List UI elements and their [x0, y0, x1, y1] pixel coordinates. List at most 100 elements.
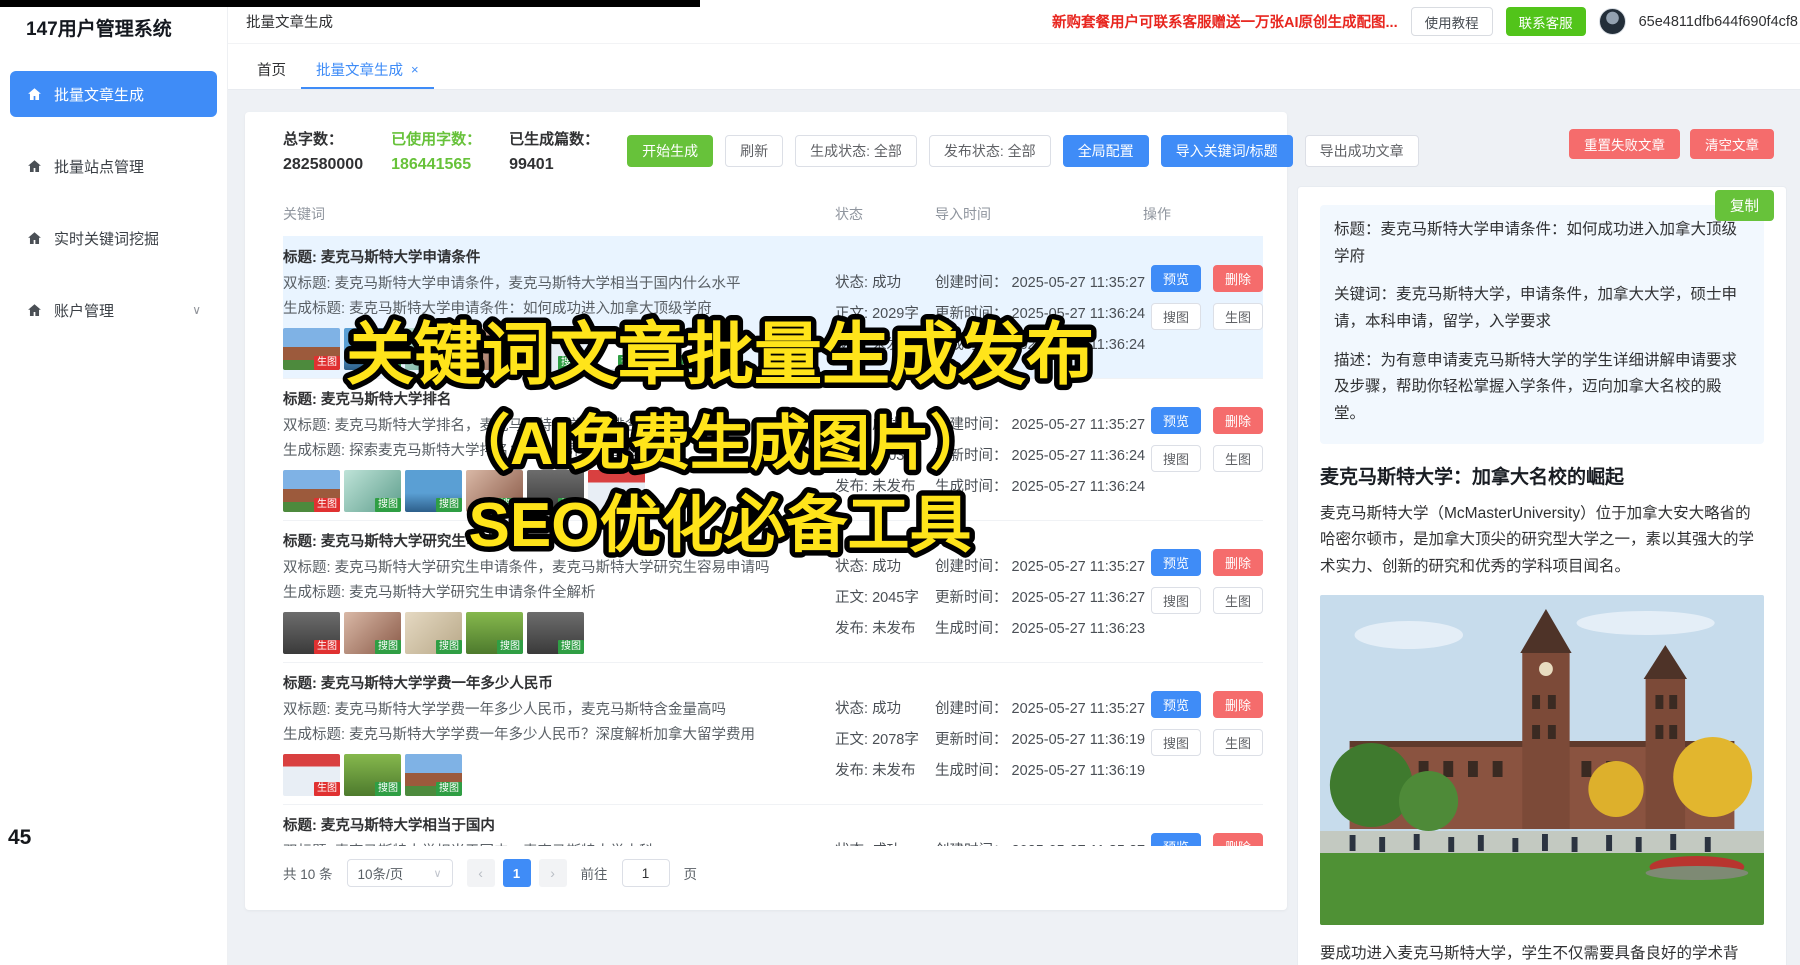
preview-button[interactable]: 预览	[1151, 407, 1201, 434]
goto-label: 前往	[581, 863, 608, 883]
table-row[interactable]: 标题: 麦克马斯特大学相当于国内 双标题: 麦克马斯特大学相当于国内，麦克马斯特…	[283, 804, 1263, 846]
preview-button[interactable]: 预览	[1151, 549, 1201, 576]
article-thumbnail[interactable]: 搜图	[344, 470, 401, 512]
contact-support-button[interactable]: 联系客服	[1506, 7, 1586, 36]
article-thumbnail[interactable]: 搜图	[466, 328, 523, 370]
article-thumbnail[interactable]: 搜图	[405, 612, 462, 654]
sidebar-item-account[interactable]: 账户管理 ∨	[10, 287, 217, 333]
clear-articles-button[interactable]: 清空文章	[1690, 129, 1774, 159]
article-title: 标题: 麦克马斯特大学研究生申请条件	[283, 531, 819, 553]
search-image-button[interactable]: 搜图	[1151, 303, 1201, 330]
article-thumbnail[interactable]: 搜图	[344, 612, 401, 654]
generate-image-button[interactable]: 生图	[1213, 445, 1263, 472]
sidebar-item-keyword-mining[interactable]: 实时关键词挖掘	[10, 215, 217, 261]
generate-image-button[interactable]: 生图	[1213, 303, 1263, 330]
publish-status-select[interactable]: 发布状态: 全部	[929, 135, 1051, 167]
generate-image-button[interactable]: 生图	[1213, 587, 1263, 614]
preview-button[interactable]: 预览	[1151, 265, 1201, 292]
article-thumbnail[interactable]: 搜图	[527, 470, 584, 512]
article-thumbnail[interactable]: 搜图	[466, 612, 523, 654]
next-page-button[interactable]: ›	[539, 859, 567, 887]
preview-button[interactable]: 预览	[1151, 691, 1201, 718]
article-title: 标题: 麦克马斯特大学相当于国内	[283, 815, 819, 837]
thumbnail-strip: 生图 搜图 搜图	[283, 754, 819, 796]
sidebar-item-label: 实时关键词挖掘	[54, 228, 159, 249]
article-thumbnail[interactable]: 搜图	[588, 328, 645, 370]
table-row[interactable]: 标题: 麦克马斯特大学研究生申请条件 双标题: 麦克马斯特大学研究生申请条件，麦…	[283, 520, 1263, 662]
status-cell: 状态: 成功 正文: 1957字	[835, 815, 935, 846]
table-row[interactable]: 标题: 麦克马斯特大学学费一年多少人民币 双标题: 麦克马斯特大学学费一年多少人…	[283, 662, 1263, 804]
column-import-time: 导入时间	[935, 204, 1143, 224]
article-thumbnail[interactable]: 搜图	[649, 328, 706, 370]
table-row[interactable]: 标题: 麦克马斯特大学排名 双标题: 麦克马斯特大学排名，麦克马斯特大学世界排名…	[283, 378, 1263, 520]
chevron-down-icon: ∨	[192, 303, 201, 317]
article-thumbnail[interactable]: 搜图	[527, 328, 584, 370]
start-generate-button[interactable]: 开始生成	[627, 135, 713, 167]
page-size-select[interactable]: 10条/页 ∨	[347, 859, 453, 887]
article-dual-title: 双标题: 麦克马斯特大学排名，麦克马斯特大学世界排名	[283, 415, 819, 438]
search-image-button[interactable]: 搜图	[1151, 729, 1201, 756]
refresh-button[interactable]: 刷新	[725, 135, 783, 167]
article-thumbnail[interactable]: 生图	[283, 612, 340, 654]
search-image-button[interactable]: 搜图	[1151, 445, 1201, 472]
delete-button[interactable]: 删除	[1213, 265, 1263, 292]
article-title: 标题: 麦克马斯特大学排名	[283, 389, 819, 411]
article-thumbnail[interactable]: 生图	[283, 470, 340, 512]
export-success-button[interactable]: 导出成功文章	[1305, 135, 1419, 167]
sidebar-nav: 批量文章生成 批量站点管理 实时关键词挖掘 账户管理 ∨	[0, 71, 227, 333]
house-icon	[26, 86, 43, 103]
stat-total-words: 总字数： 282580000	[283, 128, 363, 174]
prev-page-button[interactable]: ‹	[467, 859, 495, 887]
status-cell: 状态: 成功 正文: 2078字 发布: 未发布	[835, 673, 935, 796]
article-thumbnail[interactable]: 搜图	[466, 470, 523, 512]
thumbnail-strip: 生图 搜图 搜图 搜图 搜图 搜图	[283, 470, 819, 512]
thumbnail-strip: 生图 搜图 搜图 搜图 搜图 搜图 搜图	[283, 328, 819, 370]
article-preview-panel: 复制 标题：麦克马斯特大学申请条件：如何成功进入加拿大顶级学府 关键词：麦克马斯…	[1297, 186, 1787, 965]
table-row[interactable]: 标题: 麦克马斯特大学申请条件 双标题: 麦克马斯特大学申请条件，麦克马斯特大学…	[283, 236, 1263, 378]
goto-page-input[interactable]	[622, 859, 670, 887]
article-thumbnail[interactable]: 搜图	[405, 470, 462, 512]
reset-failed-button[interactable]: 重置失败文章	[1569, 129, 1680, 159]
article-meta: 标题：麦克马斯特大学申请条件：如何成功进入加拿大顶级学府 关键词：麦克马斯特大学…	[1320, 205, 1764, 444]
tutorial-button[interactable]: 使用教程	[1411, 7, 1493, 36]
article-thumbnail[interactable]: 搜图	[588, 470, 645, 512]
article-thumbnail[interactable]: 搜图	[405, 754, 462, 796]
avatar[interactable]	[1599, 8, 1626, 35]
article-thumbnail[interactable]: 搜图	[405, 328, 462, 370]
pagination: 共 10 条 10条/页 ∨ ‹ 1 › 前往 页	[283, 846, 1263, 900]
delete-button[interactable]: 删除	[1213, 691, 1263, 718]
page-number-button[interactable]: 1	[503, 859, 531, 887]
sidebar-item-batch-article[interactable]: 批量文章生成	[10, 71, 217, 117]
tab-batch-article[interactable]: 批量文章生成 ×	[301, 51, 434, 89]
campus-photo	[1320, 595, 1764, 925]
preview-keywords: 关键词：麦克马斯特大学，申请条件，加拿大大学，硕士申请，本科申请，留学，入学要求	[1334, 282, 1750, 335]
global-config-button[interactable]: 全局配置	[1063, 135, 1149, 167]
copy-button[interactable]: 复制	[1715, 190, 1774, 221]
close-icon[interactable]: ×	[411, 62, 419, 77]
search-image-button[interactable]: 搜图	[1151, 587, 1201, 614]
tab-bar: 首页 批量文章生成 ×	[228, 44, 1800, 90]
article-thumbnail[interactable]: 搜图	[527, 612, 584, 654]
article-thumbnail[interactable]: 搜图	[344, 754, 401, 796]
sidebar-item-label: 账户管理	[54, 300, 114, 321]
generate-status-select[interactable]: 生成状态: 全部	[795, 135, 917, 167]
generate-image-button[interactable]: 生图	[1213, 729, 1263, 756]
column-keyword: 关键词	[283, 204, 835, 224]
article-thumbnail[interactable]: 搜图	[344, 328, 401, 370]
thumbnail-strip: 生图 搜图 搜图 搜图 搜图	[283, 612, 819, 654]
corner-number: 45	[8, 826, 31, 850]
preview-bottom-partial: 要成功进入麦克马斯特大学，学生不仅需要具备良好的学术背	[1320, 941, 1764, 963]
preview-button[interactable]: 预览	[1151, 833, 1201, 846]
sidebar-item-batch-site[interactable]: 批量站点管理	[10, 143, 217, 189]
article-dual-title: 双标题: 麦克马斯特大学学费一年多少人民币，麦克马斯特含金量高吗	[283, 699, 819, 722]
status-cell: 状态: 成功 正文: 2029字 发布: 未发布	[835, 247, 935, 370]
tab-home[interactable]: 首页	[242, 51, 301, 89]
article-thumbnail[interactable]: 生图	[283, 328, 340, 370]
article-gen-title: 生成标题: 探索麦克马斯特大学排名：迈向世界顶级学府之路	[283, 440, 819, 463]
delete-button[interactable]: 删除	[1213, 407, 1263, 434]
delete-button[interactable]: 删除	[1213, 833, 1263, 846]
delete-button[interactable]: 删除	[1213, 549, 1263, 576]
stats-toolbar: 总字数： 282580000 已使用字数： 186441565 已生成篇数： 9…	[283, 128, 1263, 174]
article-thumbnail[interactable]: 生图	[283, 754, 340, 796]
import-keywords-button[interactable]: 导入关键词/标题	[1161, 135, 1293, 167]
